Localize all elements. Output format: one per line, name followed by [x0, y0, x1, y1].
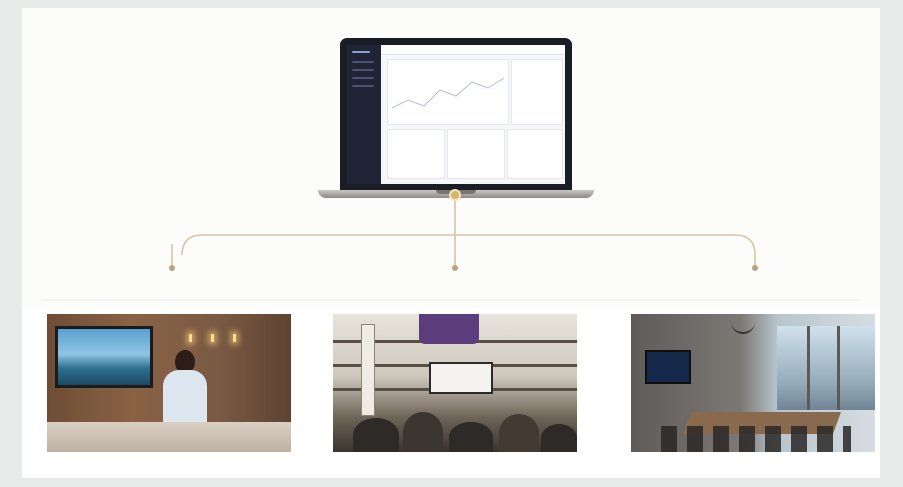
diagram-card — [22, 8, 880, 478]
dashboard-side-panel — [511, 59, 563, 125]
connector-bus — [181, 234, 756, 256]
dashboard-sidebar — [347, 45, 381, 184]
receptionist-body — [163, 370, 207, 426]
dashboard-bottom-panel-1 — [387, 129, 445, 179]
page — [0, 0, 903, 487]
restaurant-menu-display — [429, 362, 493, 394]
dashboard-bottom-panel-3 — [507, 129, 563, 179]
photo-restaurant — [333, 314, 577, 452]
reception-desk — [47, 422, 291, 452]
conference-window — [777, 326, 875, 410]
hub-dot — [451, 191, 459, 199]
photo-hotel-lobby — [47, 314, 291, 452]
pin-icon — [752, 265, 758, 271]
pin-icon — [169, 265, 175, 271]
restaurant-vertical-banner — [361, 324, 375, 416]
pin-icon — [452, 265, 458, 271]
conference-display-screen — [645, 350, 691, 384]
dashboard-screen — [347, 45, 565, 184]
restaurant-hanging-sign — [419, 314, 479, 344]
laptop-screen-bezel — [340, 38, 572, 190]
conference-chairs — [661, 426, 851, 452]
photo-conference-room — [631, 314, 875, 452]
dashboard-header — [381, 45, 565, 55]
dashboard-chart-panel — [387, 59, 509, 125]
conference-pendant-lamp — [731, 314, 755, 334]
dashboard-bottom-panel-2 — [447, 129, 505, 179]
laptop-icon — [318, 38, 594, 210]
diagram-stage — [22, 8, 880, 308]
lobby-display-screen — [55, 326, 153, 388]
